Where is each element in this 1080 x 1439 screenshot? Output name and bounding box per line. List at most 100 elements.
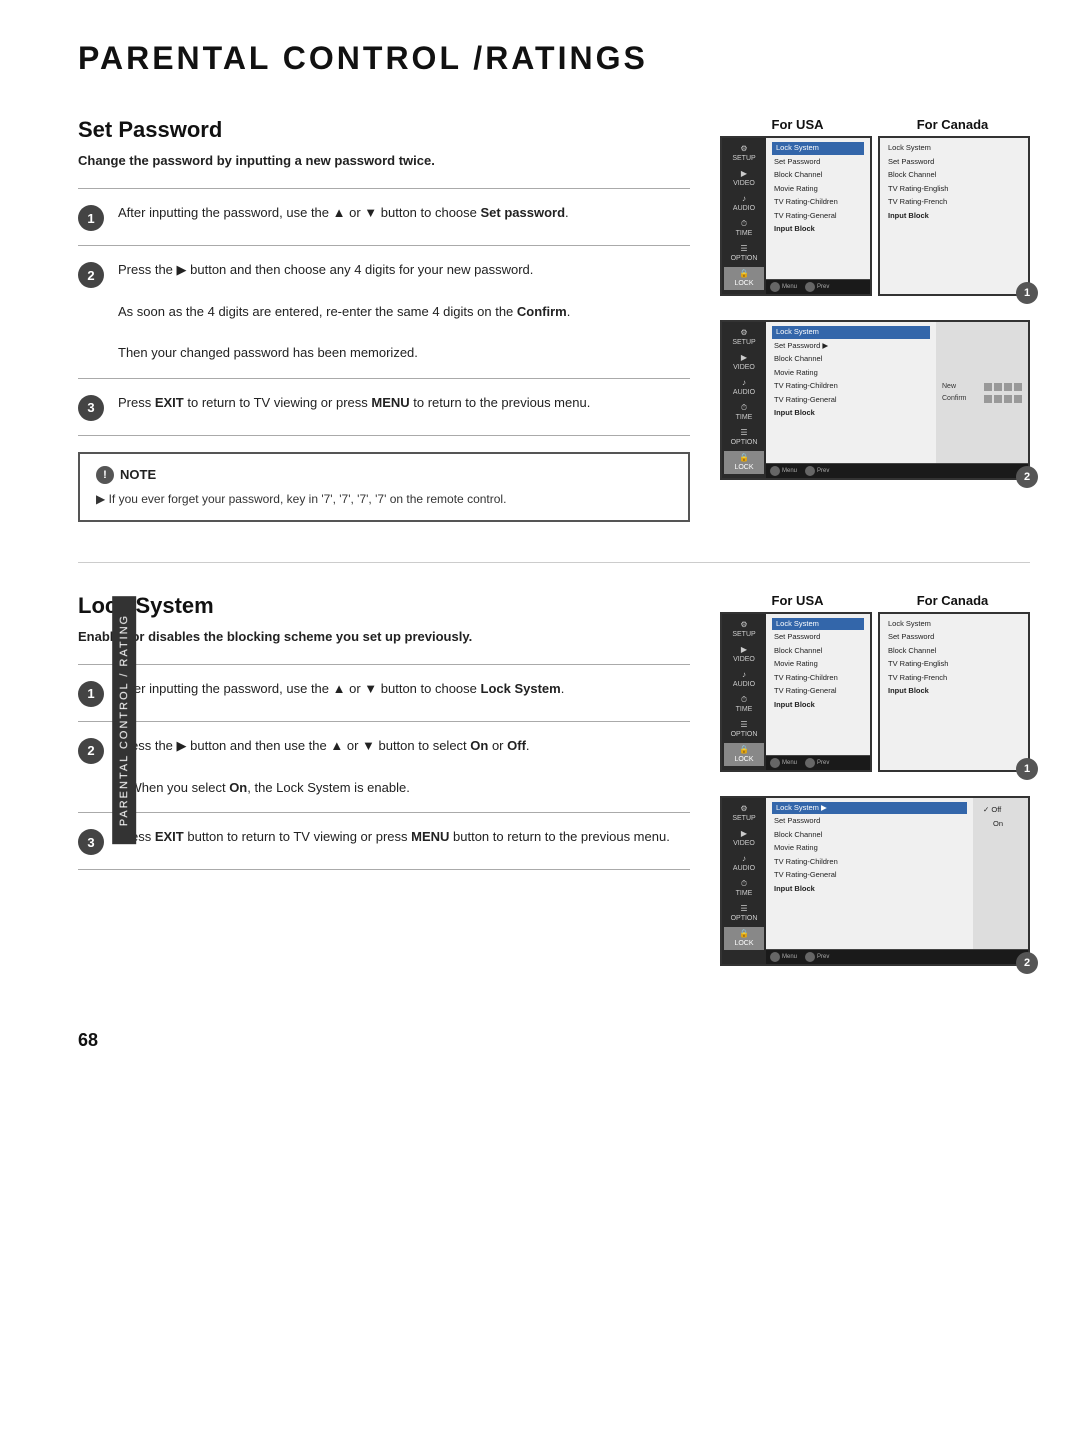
footer-prev: Prev — [805, 282, 829, 292]
step-1-text: After inputting the password, use the ▲ … — [118, 203, 569, 224]
lock-canada-lock-system: Lock System — [886, 618, 1022, 631]
step-number-2: 2 — [78, 262, 104, 288]
sidebar-option: ☰OPTION — [724, 242, 764, 265]
conf-dot-1 — [984, 395, 992, 403]
off-checked: ✓ Off — [981, 804, 1020, 815]
lock-badge-2: 2 — [1016, 952, 1038, 974]
badge-2: 2 — [1016, 466, 1038, 488]
lock-menu-2-tv-general: TV Rating-General — [772, 869, 967, 882]
dot-1 — [984, 383, 992, 391]
lock-screens-row-2: ⚙SETUP ▶VIDEO ♪AUDIO ⏱TIME ☰OPTION 🔒LOCK — [720, 796, 1030, 966]
for-usa-label-1: For USA — [720, 117, 875, 132]
lock-usa-screen-1: ⚙SETUP ▶VIDEO ♪AUDIO ⏱TIME ☰OPTION 🔒LOCK… — [720, 612, 872, 772]
menu-block-channel: Block Channel — [772, 169, 864, 182]
lock-sidebar-time: ⏱TIME — [724, 693, 764, 716]
sidebar-setup-2: ⚙SETUP — [724, 326, 764, 349]
set-password-right: For USA For Canada ⚙SETUP ▶VIDEO ♪AUDIO … — [720, 117, 1030, 522]
lock-system-steps: 1 After inputting the password, use the … — [78, 664, 690, 870]
menu-2-tv-rating-general: TV Rating-General — [772, 394, 930, 407]
page-number: 68 — [78, 1030, 1030, 1051]
lock-sidebar-video-2: ▶VIDEO — [724, 827, 764, 850]
lock-badge-1: 1 — [1016, 758, 1038, 780]
lock-menu-movie-rating: Movie Rating — [772, 658, 864, 671]
lock-menu-tv-general: TV Rating-General — [772, 685, 864, 698]
dot-4 — [1014, 383, 1022, 391]
lock-footer-menu-2: Menu — [770, 952, 797, 962]
step-number-1: 1 — [78, 205, 104, 231]
menu-movie-rating: Movie Rating — [772, 183, 864, 196]
sidebar-time: ⏱TIME — [724, 217, 764, 240]
lock-menu-2-movie-rating: Movie Rating — [772, 842, 967, 855]
tv-menu-2: Lock System Set Password ▶ Block Channel… — [766, 322, 936, 463]
set-password-title: Set Password — [78, 117, 690, 143]
menu-2-tv-rating-children: TV Rating-Children — [772, 380, 930, 393]
page-title: PARENTAL CONTROL /RATINGS — [78, 40, 1030, 77]
canada-set-password: Set Password — [886, 156, 1022, 169]
menu-tv-rating-general: TV Rating-General — [772, 210, 864, 223]
lock-footer-prev: Prev — [805, 758, 829, 768]
note-box: ! NOTE ▶ If you ever forget your passwor… — [78, 452, 690, 522]
lock-step-3-text: Press EXIT button to return to TV viewin… — [118, 827, 670, 848]
lock-sidebar-audio-2: ♪AUDIO — [724, 852, 764, 875]
canada-block-channel: Block Channel — [886, 169, 1022, 182]
conf-dot-2 — [994, 395, 1002, 403]
menu-2-input-block: Input Block — [772, 407, 930, 420]
lock-system-right: For USA For Canada ⚙SETUP ▶VIDEO ♪AUDIO … — [720, 593, 1030, 990]
sidebar-video-2: ▶VIDEO — [724, 351, 764, 374]
set-password-step-3: 3 Press EXIT to return to TV viewing or … — [78, 379, 690, 436]
menu-set-password: Set Password — [772, 156, 864, 169]
lock-step-1: 1 After inputting the password, use the … — [78, 665, 690, 722]
note-label: NOTE — [120, 467, 156, 482]
lock-canada-tv-english: TV Rating-English — [886, 658, 1022, 671]
footer-prev-2: Prev — [805, 466, 829, 476]
dot-3 — [1004, 383, 1012, 391]
lock-screens-row-1: ⚙SETUP ▶VIDEO ♪AUDIO ⏱TIME ☰OPTION 🔒LOCK… — [720, 612, 1030, 772]
lock-sidebar-setup: ⚙SETUP — [724, 618, 764, 641]
sidebar-audio: ♪AUDIO — [724, 192, 764, 215]
section-divider — [78, 562, 1030, 563]
lock-menu-set-password: Set Password — [772, 631, 864, 644]
lock-usa-screen-2: ⚙SETUP ▶VIDEO ♪AUDIO ⏱TIME ☰OPTION 🔒LOCK — [720, 796, 1030, 966]
menu-2-block-channel: Block Channel — [772, 353, 930, 366]
lock-canada-screen-1: Lock System Set Password Block Channel T… — [878, 612, 1030, 772]
set-password-subtitle: Change the password by inputting a new p… — [78, 153, 690, 168]
set-password-section: Set Password Change the password by inpu… — [78, 117, 1030, 522]
lock-step-2-text: Press the ▶ button and then use the ▲ or… — [118, 736, 530, 798]
tv-footer-2: Menu Prev — [766, 463, 1028, 478]
set-password-step-1: 1 After inputting the password, use the … — [78, 189, 690, 246]
canada-lock-system: Lock System — [886, 142, 1022, 155]
lock-menu-2-lock-system: Lock System ▶ — [772, 802, 967, 815]
lock-tv-menu-2: Lock System ▶ Set Password Block Channel… — [766, 798, 973, 949]
tv-menu-usa-1: Lock System Set Password Block Channel M… — [766, 138, 870, 279]
lock-menu-2-block-channel: Block Channel — [772, 829, 967, 842]
lock-canada-block-channel: Block Channel — [886, 645, 1022, 658]
lock-sidebar-audio: ♪AUDIO — [724, 668, 764, 691]
lock-canada-tv-french: TV Rating-French — [886, 672, 1022, 685]
lock-screen-1: ⚙SETUP ▶VIDEO ♪AUDIO ⏱TIME ☰OPTION 🔒LOCK… — [720, 612, 1030, 772]
set-password-screen-1: ⚙SETUP ▶VIDEO ♪AUDIO ⏱TIME ☰OPTION 🔒LOCK… — [720, 136, 1030, 296]
lock-step-3: 3 Press EXIT button to return to TV view… — [78, 813, 690, 870]
lock-canada-input-block: Input Block — [886, 685, 1022, 698]
lock-menu-2-input-block: Input Block — [772, 883, 967, 896]
note-title: ! NOTE — [96, 466, 672, 484]
lock-tv-footer-2: Menu Prev — [766, 949, 1028, 964]
note-icon: ! — [96, 466, 114, 484]
step-number-3: 3 — [78, 395, 104, 421]
conf-dot-4 — [1014, 395, 1022, 403]
for-canada-label-1: For Canada — [875, 117, 1030, 132]
set-password-step-2: 2 Press the ▶ button and then choose any… — [78, 246, 690, 379]
lock-tv-footer: Menu Prev — [766, 755, 870, 770]
dot-2 — [994, 383, 1002, 391]
lock-footer-prev-2: Prev — [805, 952, 829, 962]
sidebar-lock-2: 🔒LOCK — [724, 451, 764, 474]
lock-menu-2-tv-children: TV Rating-Children — [772, 856, 967, 869]
step-3-text: Press EXIT to return to TV viewing or pr… — [118, 393, 590, 414]
lock-sidebar-video: ▶VIDEO — [724, 643, 764, 666]
lock-step-2: 2 Press the ▶ button and then use the ▲ … — [78, 722, 690, 813]
sidebar-option-2: ☰OPTION — [724, 426, 764, 449]
canada-tv-rating-english: TV Rating-English — [886, 183, 1022, 196]
lock-sidebar-setup-2: ⚙SETUP — [724, 802, 764, 825]
canada-input-block: Input Block — [886, 210, 1022, 223]
lock-system-left: Lock System Enables or disables the bloc… — [78, 593, 690, 990]
set-password-screen-2: ⚙SETUP ▶VIDEO ♪AUDIO ⏱TIME ☰OPTION 🔒LOCK — [720, 320, 1030, 480]
